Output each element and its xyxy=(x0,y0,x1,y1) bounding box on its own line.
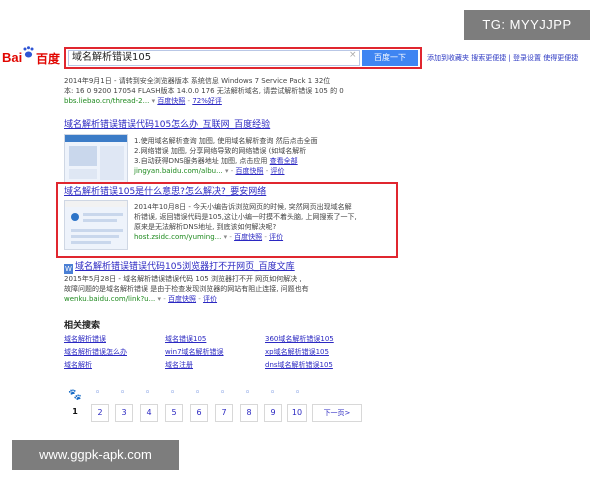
result-snippet-line: 1.使用域名解析查询 加图, 使用域名解析查询 然后点击全面 xyxy=(134,137,318,145)
cache-link[interactable]: 百度快照 xyxy=(236,167,264,175)
related-search-link[interactable]: 域名解析 xyxy=(64,360,92,370)
result-title[interactable]: 域名解析错误105是什么意思?怎么解决?_要安网络 xyxy=(64,187,364,197)
search-result: W 域名解析错误错误代码105浏览器打不开网页_百度文库 2015年5月28日 -… xyxy=(64,262,374,304)
page-link[interactable]: 5 xyxy=(165,404,183,422)
paw-icon: ◦ xyxy=(95,388,101,398)
dropdown-icon[interactable]: ▾ xyxy=(224,233,228,241)
result-url[interactable]: jingyan.baidu.com/albu... xyxy=(134,167,223,175)
related-search-link[interactable]: 域名解析错误怎么办 xyxy=(64,347,127,357)
result-snippet-line: 原来是无法解析DNS地址, 到底该如何解决呢? xyxy=(134,223,277,231)
result-snippet-line: 2014年9月1日 - 请转到安全浏览器版本 系统信息 Windows 7 Se… xyxy=(64,77,331,85)
result-title[interactable]: 域名解析错误错误代码105浏览器打不开网页_百度文库 xyxy=(75,262,295,272)
page-link[interactable]: 6 xyxy=(190,404,208,422)
related-search-link[interactable]: dns域名解析错误105 xyxy=(265,360,333,370)
search-result: 域名解析错误错误代码105怎么办_互联网_百度经验 xyxy=(64,120,364,130)
paw-icon: ◦ xyxy=(170,388,176,398)
paw-icon: ◦ xyxy=(295,388,301,398)
rating-link[interactable]: 评价 xyxy=(203,295,217,303)
result-snippet-line: 2015年5月28日 - 域名解析错误错误代码 105 浏览器打不开 网页如何解… xyxy=(64,275,302,283)
search-box: 域名解析错误105 × 百度一下 xyxy=(64,47,422,69)
page-link[interactable]: 4 xyxy=(140,404,158,422)
page-link[interactable]: 8 xyxy=(240,404,258,422)
paw-icon: ◦ xyxy=(145,388,151,398)
clear-icon[interactable]: × xyxy=(349,50,357,60)
page-link[interactable]: 10 xyxy=(287,404,307,422)
cache-link[interactable]: 百度快照 xyxy=(157,97,185,105)
result-thumbnail[interactable] xyxy=(64,134,128,184)
page-link[interactable]: 2 xyxy=(91,404,109,422)
related-search-link[interactable]: 域名解析错误 xyxy=(64,334,106,344)
result-snippet-line: 3.自动获得DNS服务器地址 加图, 点击应用 xyxy=(134,157,268,165)
telegram-badge: TG: MYYJJPP xyxy=(464,10,590,40)
rating-link[interactable]: 72%好评 xyxy=(192,97,222,105)
page-link[interactable]: 9 xyxy=(264,404,282,422)
result-body: 1.使用域名解析查询 加图, 使用域名解析查询 然后点击全面 2.网络错误 加图… xyxy=(134,136,374,176)
site-watermark: www.ggpk-apk.com xyxy=(12,440,179,470)
dropdown-icon[interactable]: ▾ xyxy=(152,97,156,105)
related-search-link[interactable]: 域名错误105 xyxy=(165,334,206,344)
logo-text-bai: Bai xyxy=(2,50,23,65)
result-url[interactable]: bbs.liebao.cn/thread-2... xyxy=(64,97,149,105)
paw-icon: ◦ xyxy=(220,388,226,398)
result-snippet-line: 析错误, 返回错误代码是105,这让小编一时摸不着头脑, 上网搜索了一下, xyxy=(134,213,357,221)
page-current: 1 xyxy=(66,404,84,422)
cache-link[interactable]: 百度快照 xyxy=(168,295,196,303)
dropdown-icon[interactable]: ▾ xyxy=(225,167,229,175)
view-all-link[interactable]: 查看全部 xyxy=(270,157,298,165)
page-link[interactable]: 3 xyxy=(115,404,133,422)
paw-icon: ◦ xyxy=(245,388,251,398)
paw-icon: ◦ xyxy=(195,388,201,398)
paw-icon: ◦ xyxy=(270,388,276,398)
related-search-link[interactable]: xp域名解析错误105 xyxy=(265,347,329,357)
result-body: 2014年10月8日 - 今天小编告诉浏览网页的时候, 突然网页出现域名解 析错… xyxy=(134,202,396,242)
paw-icon: ◦ xyxy=(120,388,126,398)
page-link[interactable]: 7 xyxy=(215,404,233,422)
result-snippet-line: 2.网络错误 加图, 分享网络导致的网络错误 (如域名解析 xyxy=(134,147,307,155)
result-url[interactable]: wenku.baidu.com/link?u... xyxy=(64,295,155,303)
next-page-button[interactable]: 下一页> xyxy=(312,404,362,422)
result-thumbnail[interactable] xyxy=(64,200,128,250)
search-result: 2014年9月1日 - 请转到安全浏览器版本 系统信息 Windows 7 Se… xyxy=(64,76,364,106)
related-searches-title: 相关搜索 xyxy=(64,321,101,331)
result-snippet-line: 2014年10月8日 - 今天小编告诉浏览网页的时候, 突然网页出现域名解 xyxy=(134,203,352,211)
result-snippet-line: 故障问题的是域名解析错误 是由于检查发现浏览器的网站有阻止连接, 问题也有 xyxy=(64,285,309,293)
result-url[interactable]: host.zsidc.com/yuming... xyxy=(134,233,221,241)
related-search-link[interactable]: win7域名解析错误 xyxy=(165,347,224,357)
paw-icon: 🐾 xyxy=(68,388,82,401)
baidu-logo[interactable]: Bai 百度 xyxy=(2,46,62,70)
result-title[interactable]: 域名解析错误错误代码105怎么办_互联网_百度经验 xyxy=(64,120,364,130)
document-icon: W xyxy=(64,264,73,274)
related-search-link[interactable]: 360域名解析错误105 xyxy=(265,334,334,344)
related-search-link[interactable]: 域名注册 xyxy=(165,360,193,370)
cache-link[interactable]: 百度快照 xyxy=(234,233,262,241)
header-links[interactable]: 添加到收藏夹 搜索更便捷 | 登录设置 使得更便捷 xyxy=(427,53,578,63)
rating-link[interactable]: 评价 xyxy=(271,167,285,175)
search-input[interactable]: 域名解析错误105 xyxy=(68,50,360,66)
search-button[interactable]: 百度一下 xyxy=(362,50,418,66)
rating-link[interactable]: 评价 xyxy=(269,233,283,241)
dropdown-icon[interactable]: ▾ xyxy=(158,295,162,303)
paw-icon xyxy=(23,46,34,58)
result-snippet-line: 本: 16 0 9200 17054 FLASH版本 14.0.0 176 无法… xyxy=(64,87,344,95)
search-result: 域名解析错误105是什么意思?怎么解决?_要安网络 xyxy=(64,187,364,197)
logo-text-du: 百度 xyxy=(36,52,61,66)
